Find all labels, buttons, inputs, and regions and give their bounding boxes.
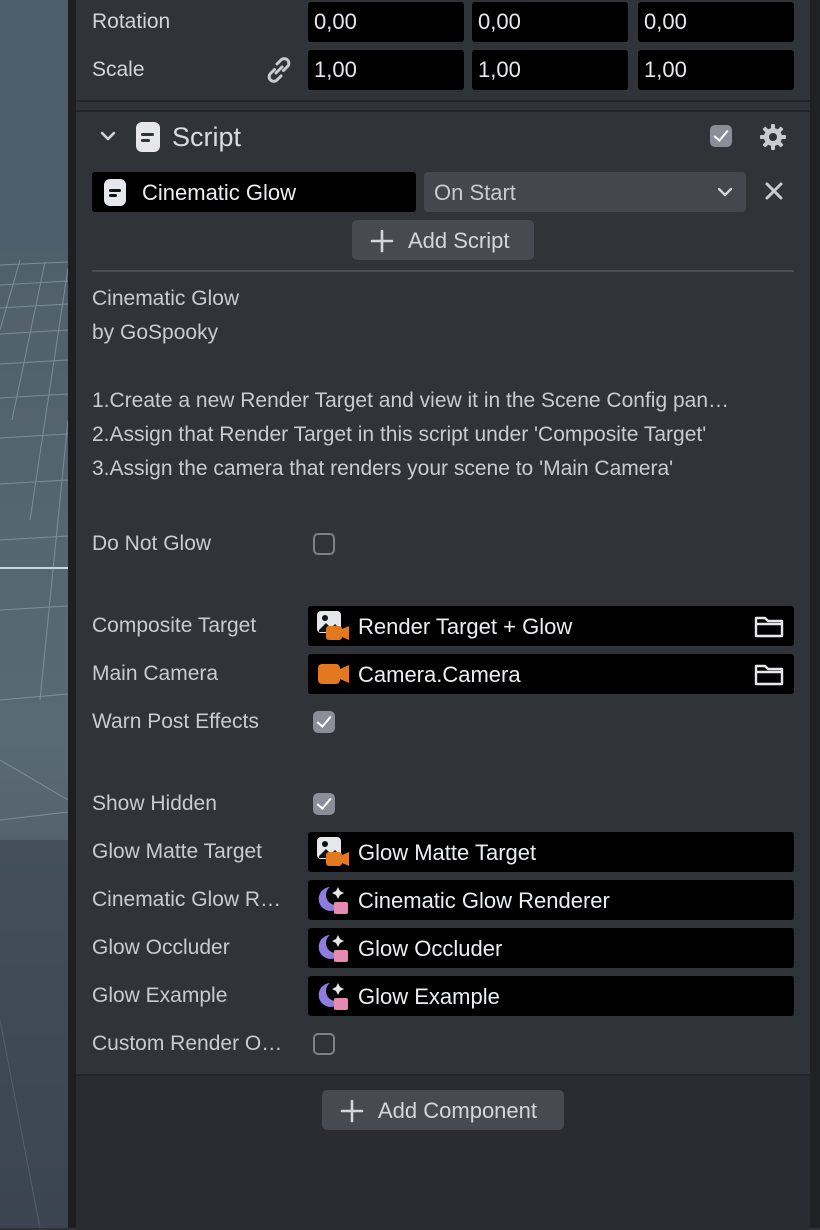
composite-target-field[interactable]: Render Target + Glow bbox=[308, 606, 794, 646]
script-component: Script Cinematic Glow On Start Add Scrip… bbox=[76, 110, 810, 1076]
component-title: Script bbox=[172, 122, 242, 152]
description-step-1: 1.Create a new Render Target and view it… bbox=[92, 389, 729, 412]
glow-example-field[interactable]: Glow Example bbox=[308, 976, 794, 1016]
plus-icon bbox=[340, 1099, 364, 1123]
add-script-button[interactable]: Add Script bbox=[352, 220, 534, 260]
custom-render-order-label: Custom Render O… bbox=[92, 1032, 283, 1055]
glow-occluder-label: Glow Occluder bbox=[92, 936, 230, 959]
trigger-value: On Start bbox=[434, 180, 516, 205]
component-enabled-checkbox[interactable] bbox=[710, 125, 732, 147]
plus-icon bbox=[370, 229, 394, 253]
render-target-icon bbox=[317, 837, 349, 866]
main-camera-field[interactable]: Camera.Camera bbox=[308, 654, 794, 694]
rotation-z-field[interactable]: 0,00 bbox=[638, 2, 794, 42]
cinematic-glow-renderer-value: Cinematic Glow Renderer bbox=[358, 888, 610, 913]
scale-x-field[interactable]: 1,00 bbox=[308, 50, 464, 90]
render-target-icon bbox=[317, 611, 349, 640]
glow-occluder-field[interactable]: Glow Occluder bbox=[308, 928, 794, 968]
script-asset-icon bbox=[104, 179, 126, 206]
scale-z-field[interactable]: 1,00 bbox=[638, 50, 794, 90]
description-title: Cinematic Glow bbox=[92, 287, 240, 310]
scale-label: Scale bbox=[92, 58, 145, 81]
scene-viewport[interactable] bbox=[0, 0, 68, 1228]
warn-post-effects-checkbox[interactable] bbox=[313, 711, 335, 733]
rotation-y-field[interactable]: 0,00 bbox=[472, 2, 628, 42]
script-asset-field[interactable]: Cinematic Glow bbox=[92, 172, 416, 212]
composite-target-label: Composite Target bbox=[92, 614, 257, 637]
glow-matte-target-value: Glow Matte Target bbox=[358, 840, 537, 865]
inspector-footer: Add Component bbox=[76, 1074, 810, 1230]
folder-icon[interactable] bbox=[754, 662, 784, 686]
show-hidden-checkbox[interactable] bbox=[313, 793, 335, 815]
folder-icon[interactable] bbox=[754, 614, 784, 638]
chevron-down-icon bbox=[717, 187, 733, 197]
cinematic-glow-renderer-field[interactable]: Cinematic Glow Renderer bbox=[308, 880, 794, 920]
show-hidden-label: Show Hidden bbox=[92, 792, 217, 815]
material-icon bbox=[318, 983, 348, 1010]
description-author: by GoSpooky bbox=[92, 321, 219, 344]
divider bbox=[92, 270, 794, 272]
panel-splitter[interactable] bbox=[68, 0, 76, 1228]
inspector-panel: Rotation 0,00 0,00 0,00 Scale 1,00 1,00 … bbox=[76, 0, 810, 1230]
glow-matte-target-field[interactable]: Glow Matte Target bbox=[308, 832, 794, 872]
camera-icon bbox=[318, 664, 349, 684]
main-camera-value: Camera.Camera bbox=[358, 662, 521, 687]
do-not-glow-label: Do Not Glow bbox=[92, 532, 212, 555]
scale-y-field[interactable]: 1,00 bbox=[472, 50, 628, 90]
transform-section: Rotation 0,00 0,00 0,00 Scale 1,00 1,00 … bbox=[76, 0, 810, 102]
description-step-3: 3.Assign the camera that renders your sc… bbox=[92, 457, 674, 480]
panel-scrollbar-track[interactable] bbox=[810, 0, 820, 1228]
add-script-label: Add Script bbox=[408, 228, 510, 253]
do-not-glow-checkbox[interactable] bbox=[313, 533, 335, 555]
composite-target-value: Render Target + Glow bbox=[358, 614, 573, 639]
link-icon[interactable] bbox=[264, 55, 294, 85]
material-icon bbox=[318, 935, 348, 962]
glow-occluder-value: Glow Occluder bbox=[358, 936, 503, 961]
script-icon bbox=[136, 122, 160, 152]
material-icon bbox=[318, 887, 348, 914]
warn-post-effects-label: Warn Post Effects bbox=[92, 710, 259, 733]
glow-matte-target-label: Glow Matte Target bbox=[92, 840, 263, 863]
main-camera-label: Main Camera bbox=[92, 662, 219, 685]
glow-example-value: Glow Example bbox=[358, 984, 500, 1009]
description-step-2: 2.Assign that Render Target in this scri… bbox=[92, 423, 707, 446]
gear-icon[interactable] bbox=[758, 122, 788, 152]
custom-render-order-checkbox[interactable] bbox=[313, 1033, 335, 1055]
collapse-chevron-icon[interactable] bbox=[98, 126, 118, 146]
rotation-x-field[interactable]: 0,00 bbox=[308, 2, 464, 42]
add-component-label: Add Component bbox=[378, 1098, 537, 1123]
glow-example-label: Glow Example bbox=[92, 984, 228, 1007]
trigger-dropdown[interactable]: On Start bbox=[424, 172, 746, 212]
script-asset-name: Cinematic Glow bbox=[142, 180, 297, 205]
rotation-label: Rotation bbox=[92, 10, 171, 33]
viewport-grid bbox=[0, 0, 68, 1228]
remove-script-close-icon[interactable] bbox=[762, 179, 786, 203]
add-component-button[interactable]: Add Component bbox=[322, 1090, 564, 1130]
cinematic-glow-renderer-label: Cinematic Glow R… bbox=[92, 888, 282, 911]
